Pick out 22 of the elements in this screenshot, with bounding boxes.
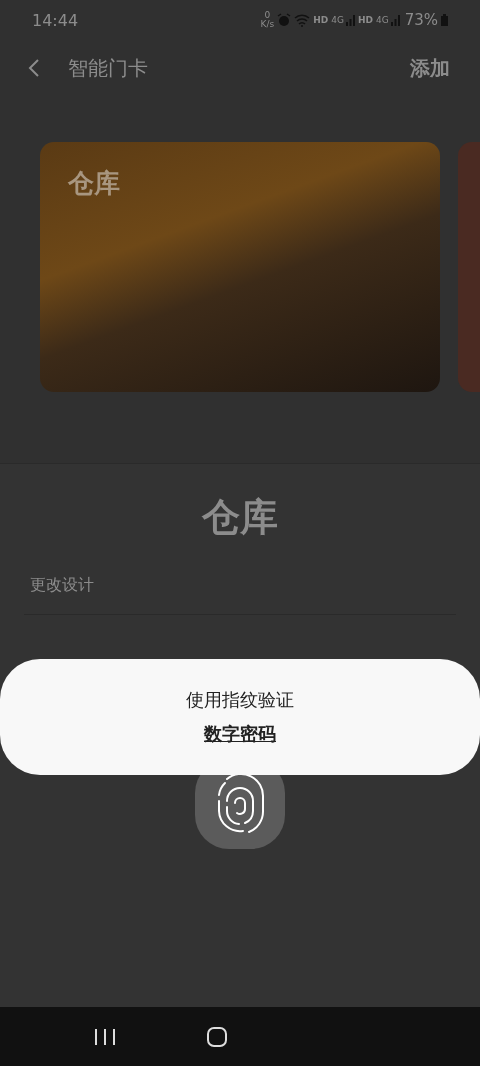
door-card[interactable]: 仓库 bbox=[40, 142, 440, 392]
card-name: 仓库 bbox=[200, 494, 279, 541]
recents-button[interactable] bbox=[94, 1027, 116, 1046]
network-speed: 0 K/s bbox=[260, 11, 275, 29]
dialog-message: 使用指纹验证 bbox=[186, 688, 294, 712]
battery-icon bbox=[441, 14, 448, 26]
menu-item[interactable]: 更改设计 bbox=[24, 567, 456, 615]
wifi-icon bbox=[294, 13, 311, 27]
add-button[interactable]: 添加 bbox=[410, 54, 450, 82]
signal-icon bbox=[345, 14, 355, 26]
pin-link[interactable]: 数字密码 bbox=[204, 722, 276, 746]
clock: 14:44 bbox=[32, 10, 79, 30]
signal-icon bbox=[390, 14, 400, 26]
home-button[interactable] bbox=[206, 1025, 228, 1048]
network-type: 4G bbox=[331, 15, 344, 25]
battery-level: 73% bbox=[404, 11, 438, 29]
hd-label: HD bbox=[313, 15, 329, 25]
network-type: 4G bbox=[375, 15, 389, 25]
hd-label: HD bbox=[357, 15, 373, 25]
card-label: 仓库 bbox=[68, 167, 120, 200]
alarm-icon bbox=[277, 13, 292, 27]
page-title: 智能门卡 bbox=[68, 54, 149, 82]
